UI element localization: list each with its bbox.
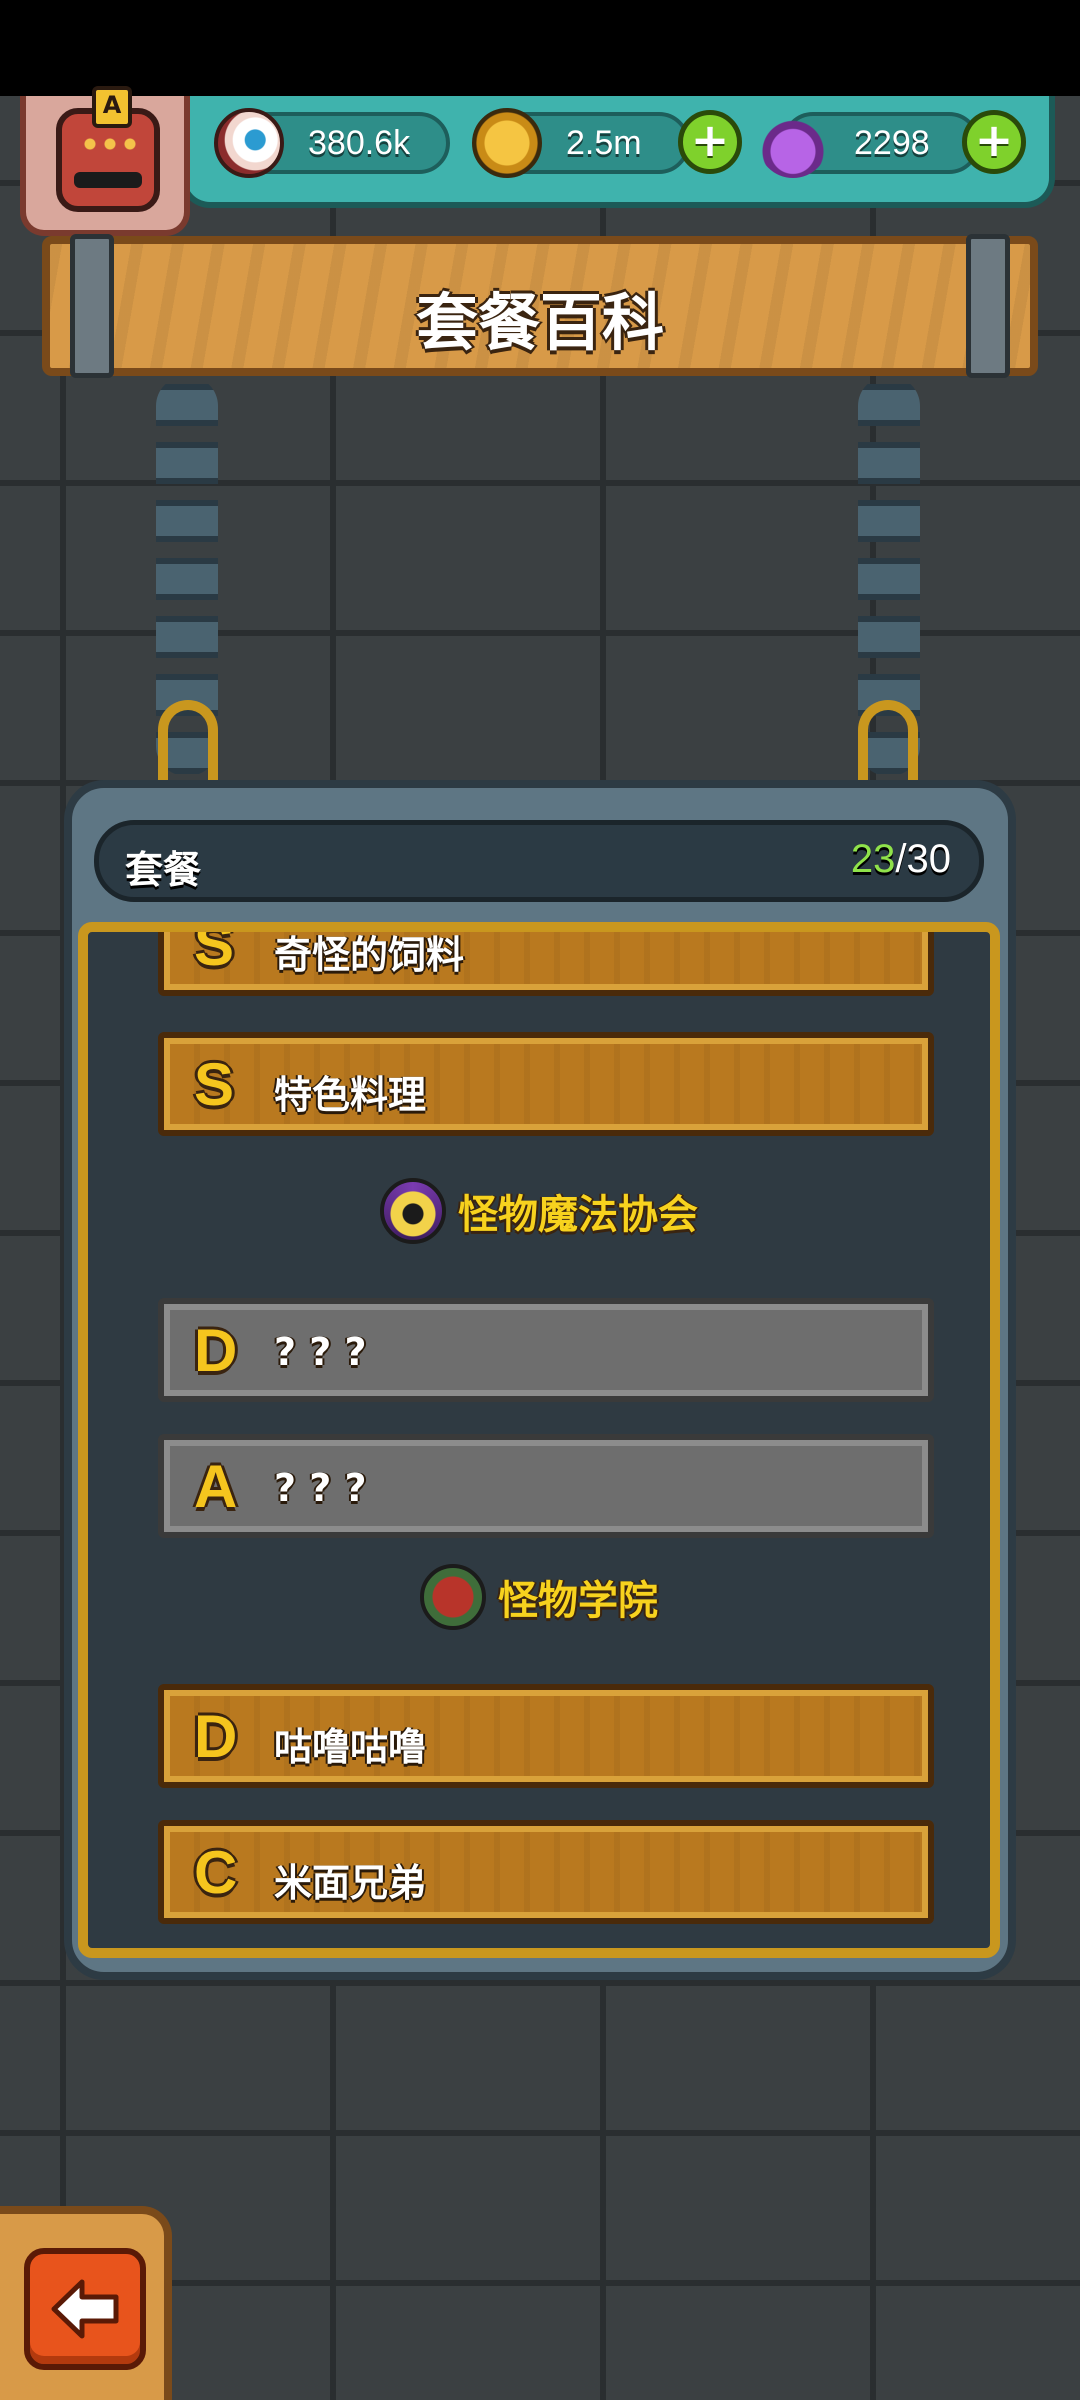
chain-hook-right	[858, 700, 918, 780]
rank-badge: S	[194, 932, 235, 978]
avatar-eyes	[80, 136, 140, 152]
combo-list-scroll[interactable]: S 奇怪的饲料 S 特色料理 怪物魔法协会 D ? ? ? A ? ? ? 怪物…	[88, 932, 990, 1948]
rank-badge: S	[194, 1051, 235, 1118]
section-title: 怪物魔法协会	[458, 1192, 698, 1238]
coin-count: 2.5m	[566, 124, 642, 162]
page-title: 套餐百科	[415, 286, 664, 359]
panel-header: 套餐 23/30	[94, 820, 984, 902]
list-item[interactable]: S 奇怪的饲料	[158, 932, 934, 996]
eye-triangle-icon	[380, 1178, 446, 1244]
total-count: /30	[895, 837, 951, 881]
section-title: 怪物学院	[498, 1578, 658, 1624]
school-building-icon	[420, 1564, 486, 1630]
combo-name: 米面兄弟	[274, 1861, 427, 1905]
rank-badge: A	[194, 1453, 238, 1520]
combo-list[interactable]: S 奇怪的饲料 S 特色料理 怪物魔法协会 D ? ? ? A ? ? ? 怪物…	[78, 922, 1000, 1958]
rank-badge: D	[194, 1317, 238, 1384]
combo-name: 咕噜咕噜	[274, 1725, 427, 1769]
player-avatar-frame[interactable]: A	[20, 86, 190, 236]
avatar[interactable]: A	[56, 86, 160, 212]
potion-count: 2298	[854, 124, 930, 162]
list-item[interactable]: D 咕噜咕噜	[158, 1684, 934, 1788]
combo-name: ? ? ?	[274, 1330, 367, 1374]
collected-count: 23	[850, 837, 896, 881]
list-item-locked[interactable]: A ? ? ?	[158, 1434, 934, 1538]
add-potions-button[interactable]: +	[962, 110, 1026, 174]
avatar-mouth	[74, 172, 142, 188]
chain-hook-left	[158, 700, 218, 780]
rank-badge: C	[194, 1839, 238, 1906]
section-header-magic-association: 怪物魔法协会	[88, 1178, 990, 1258]
rank-badge: D	[194, 1703, 238, 1770]
back-arrow-icon	[51, 2279, 119, 2339]
list-item-locked[interactable]: D ? ? ?	[158, 1298, 934, 1402]
section-header-monster-academy: 怪物学院	[88, 1564, 990, 1644]
combo-name: 奇怪的饲料	[274, 933, 465, 977]
add-coins-button[interactable]: +	[678, 110, 742, 174]
panel-label: 套餐	[125, 848, 202, 892]
avatar-grade-badge: A	[92, 86, 132, 128]
combo-name: ? ? ?	[274, 1466, 367, 1510]
title-sign: 套餐百科	[42, 234, 1038, 378]
potion-icon	[758, 108, 828, 178]
list-item[interactable]: S 特色料理	[158, 1032, 934, 1136]
combo-name: 特色料理	[274, 1073, 427, 1117]
coin-icon	[472, 108, 542, 178]
list-item[interactable]: C 米面兄弟	[158, 1820, 934, 1924]
eyeball-count: 380.6k	[308, 124, 411, 162]
eyeball-icon	[214, 108, 284, 178]
back-button[interactable]	[24, 2248, 146, 2370]
collection-progress: 23/30	[851, 837, 951, 882]
status-bar	[0, 0, 1080, 96]
